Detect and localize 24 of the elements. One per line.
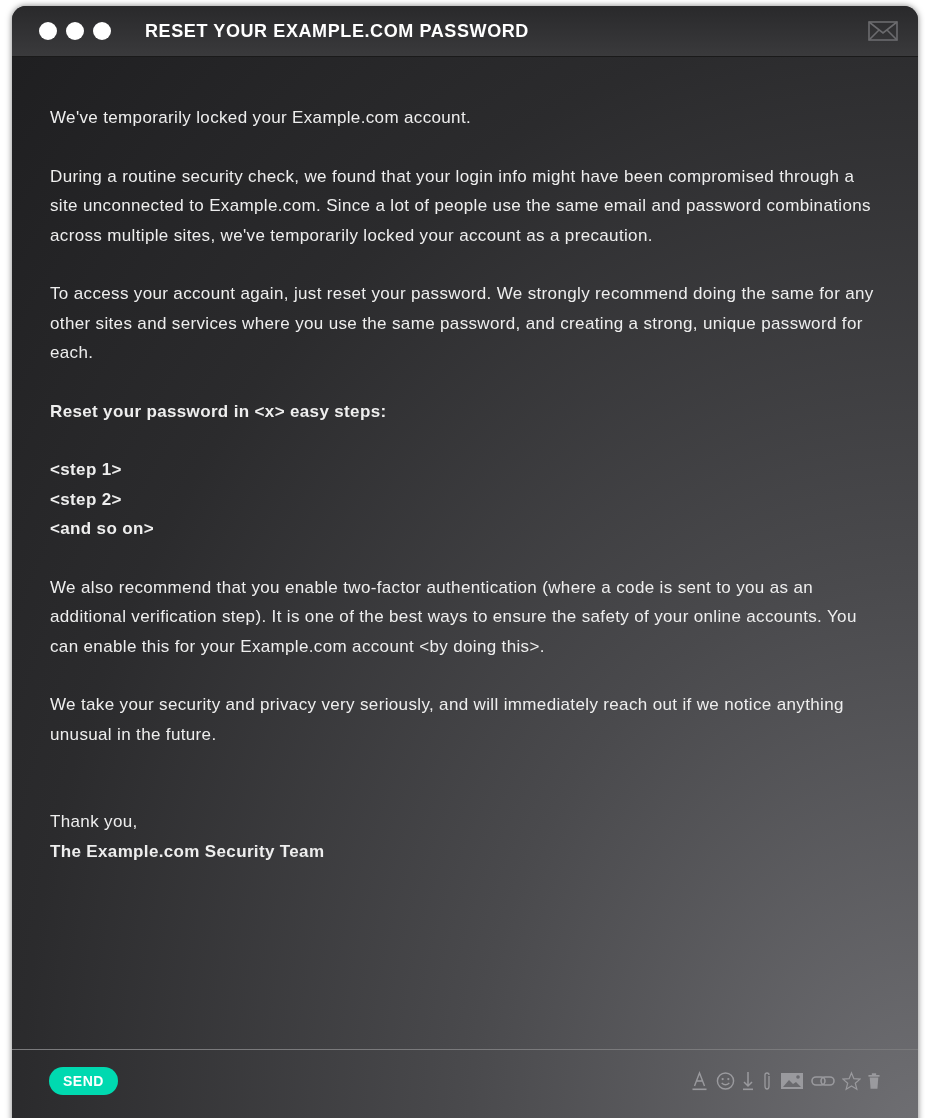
star-icon[interactable] [842,1071,861,1091]
body-paragraph: To access your account again, just reset your password. We strongly recommend doing the same for any other sites and services where you use the same password, and creating a strong, unique password for each. [50,283,875,364]
window-control[interactable] [93,22,111,40]
body-paragraph: During a routine security check, we found that your login info might have been compromised through a site unconnected to Example.com. Since a lot of people use the same email and password combinations across multiple sites, we've temporarily locked your account as a precaution. [50,165,872,247]
closing-line: Thank you, [50,811,139,833]
emoji-icon[interactable] [716,1071,735,1091]
window-control[interactable] [39,22,57,40]
window-title: RESET YOUR EXAMPLE.COM PASSWORD [145,20,530,42]
body-paragraph: We've temporarily locked your Example.com account. [50,107,473,129]
steps-heading: Reset your password in <x> easy steps: [50,400,388,423]
window-control[interactable] [66,22,84,40]
signature: The Example.com Security Team [50,840,326,863]
step-line: <step 1> [50,459,123,481]
step-line: <and so on> [50,518,155,540]
paperclip-icon[interactable] [761,1071,773,1091]
envelope-icon [868,21,898,41]
text-format-icon[interactable] [690,1071,709,1091]
trash-icon[interactable] [868,1071,880,1091]
image-icon[interactable] [780,1071,804,1091]
body-paragraph: We take your security and privacy very seriously, and will immediately reach out if we notice anything unusual in the future. [50,694,845,746]
body-paragraph: We also recommend that you enable two-factor authentication (where a code is sent to you as an additional verification step). It is one of the best ways to ensure the safety of your online accounts. You can enable this for your Example.com account <by doing this>. [50,576,858,658]
download-icon[interactable] [742,1071,754,1091]
send-button[interactable]: SEND [49,1067,118,1095]
step-line: <step 2> [50,488,123,511]
